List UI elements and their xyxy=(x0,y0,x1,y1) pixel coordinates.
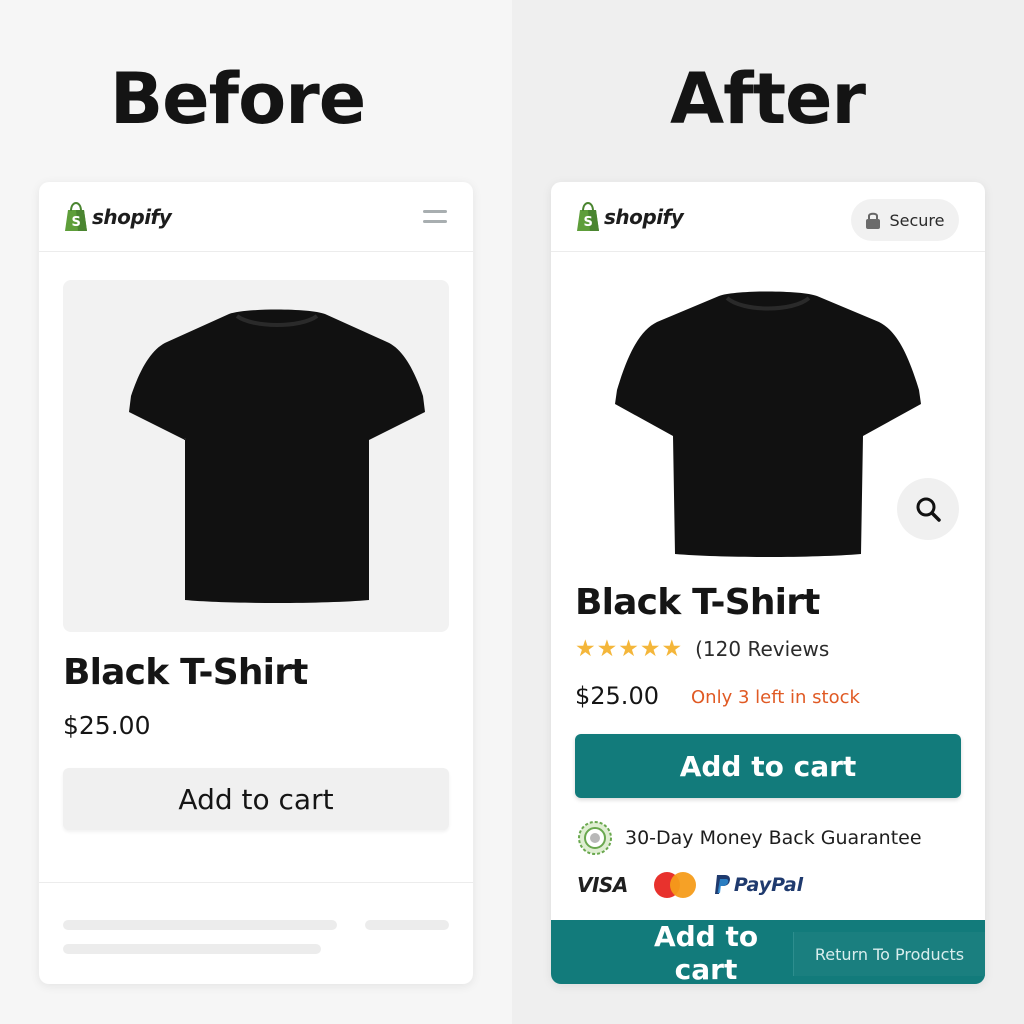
money-back-guarantee: 30-Day Money Back Guarantee xyxy=(577,820,922,856)
header: S shopify Secure xyxy=(551,182,985,252)
placeholder-line xyxy=(365,920,449,930)
tshirt-image xyxy=(129,309,425,603)
shopify-logo[interactable]: S shopify xyxy=(575,202,684,232)
product-price: $25.00 xyxy=(575,682,659,710)
product-image-container xyxy=(63,280,449,632)
star-icon: ★ xyxy=(618,636,639,662)
header: S shopify xyxy=(39,182,473,252)
product-price: $25.00 xyxy=(63,711,151,740)
visa-logo: VISA xyxy=(577,873,628,897)
secure-badge: Secure xyxy=(851,199,959,241)
return-to-products-link[interactable]: Return To Products xyxy=(793,932,985,976)
svg-text:S: S xyxy=(584,215,593,230)
brand-name: shopify xyxy=(92,205,172,229)
search-icon xyxy=(916,497,941,522)
secure-label: Secure xyxy=(889,210,945,230)
product-title: Black T-Shirt xyxy=(63,652,308,693)
star-icon: ★ xyxy=(639,636,661,662)
star-icon: ★ xyxy=(575,636,596,662)
svg-text:S: S xyxy=(72,215,81,230)
hamburger-menu-icon[interactable] xyxy=(423,210,447,230)
paypal-label: PayPal xyxy=(733,874,804,896)
after-product-page: S shopify Secure Black T-Shirt ★ ★ ★ ★ ★… xyxy=(551,182,985,984)
add-to-cart-button[interactable]: Add to cart xyxy=(575,734,961,798)
shopify-bag-icon: S xyxy=(577,202,599,231)
sticky-add-to-cart-button[interactable]: Add to cart xyxy=(621,920,791,984)
stock-notice: Only 3 left in stock xyxy=(691,687,860,708)
section-divider xyxy=(39,882,473,883)
star-icon: ★ xyxy=(661,636,683,662)
shopify-logo[interactable]: S shopify xyxy=(63,202,172,232)
guarantee-seal-icon xyxy=(578,821,612,855)
before-heading: Before xyxy=(109,58,366,140)
sticky-cart-bar: Add to cart Return To Products xyxy=(551,920,985,984)
shopify-bag-icon: S xyxy=(65,202,87,231)
product-title: Black T-Shirt xyxy=(575,582,820,623)
product-rating[interactable]: ★ ★ ★ ★ ★ (120 Reviews xyxy=(575,637,829,661)
guarantee-label: 30-Day Money Back Guarantee xyxy=(625,827,922,849)
zoom-button[interactable] xyxy=(897,478,959,540)
brand-name: shopify xyxy=(604,205,684,229)
mastercard-icon xyxy=(653,872,696,898)
placeholder-line xyxy=(63,944,321,954)
add-to-cart-button[interactable]: Add to cart xyxy=(63,768,449,830)
reviews-count[interactable]: (120 Reviews xyxy=(695,637,829,661)
placeholder-line xyxy=(63,920,337,930)
after-heading: After xyxy=(669,58,866,140)
paypal-icon xyxy=(714,875,730,894)
star-icon: ★ xyxy=(596,636,618,662)
paypal-logo: PayPal xyxy=(714,874,803,896)
lock-icon xyxy=(866,212,881,229)
before-product-page: S shopify Black T-Shirt $25.00 Add to ca… xyxy=(39,182,473,984)
tshirt-image xyxy=(615,291,921,557)
payment-methods: VISA PayPal xyxy=(577,872,803,898)
